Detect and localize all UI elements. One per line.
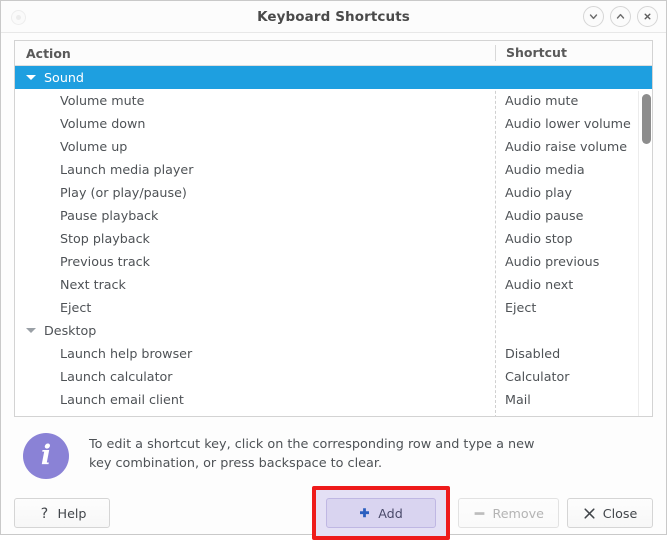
column-header-action[interactable]: Action [15,46,495,61]
plus-icon [358,507,371,520]
table-row[interactable]: Launch web browserWWW [15,411,652,416]
cell-action: Launch web browser [15,415,495,416]
chevron-up-icon [616,13,625,19]
shortcuts-list: Action Shortcut Sound Volume mute Audio mu… [14,40,653,417]
cell-action: Launch media player [60,162,194,177]
cell-action: Volume mute [60,93,145,108]
cell-shortcut: Audio lower volume [505,116,631,131]
table-row[interactable]: Launch help browser Disabled [15,342,652,365]
minus-icon [473,507,486,520]
cell-action-label: Desktop [44,323,97,338]
cell-shortcut: Audio stop [505,231,573,246]
cell-action: Volume down [60,116,146,131]
column-header-shortcut[interactable]: Shortcut [495,45,652,61]
close-dialog-button-label: Close [602,505,638,521]
cell-shortcut: Audio media [505,162,585,177]
info-bar: i To edit a shortcut key, click on the c… [1,417,666,479]
table-row[interactable]: Eject Eject [15,296,652,319]
maximize-button[interactable] [610,6,631,27]
cell-shortcut: Eject [505,300,537,315]
cell-action: Pause playback [60,208,159,223]
cell-action: Launch calculator [60,369,173,384]
table-row[interactable]: Launch media player Audio media [15,158,652,181]
info-text: To edit a shortcut key, click on the cor… [89,437,535,471]
scrollbar-thumb[interactable] [642,94,651,144]
add-button-highlight: Add [311,486,450,540]
remove-button-label: Remove [492,505,545,521]
x-icon [583,507,596,520]
add-button[interactable]: Add [325,498,436,528]
cell-action: Next track [60,277,126,292]
group-row[interactable]: Desktop [15,319,652,342]
page-title: Keyboard Shortcuts [257,8,410,25]
table-row[interactable]: Volume down Audio lower volume [15,112,652,135]
help-button-label: Help [57,505,87,521]
table-row[interactable]: Pause playback Audio pause [15,204,652,227]
table-row[interactable]: Volume up Audio raise volume [15,135,652,158]
chevron-down-icon [589,14,598,20]
cell-shortcut: Calculator [505,369,570,384]
title-bar: Keyboard Shortcuts [1,1,666,33]
cell-shortcut: Audio previous [505,254,600,269]
close-dialog-button[interactable]: Close [567,498,653,528]
cell-action: Volume up [60,139,128,154]
cell-shortcut: Audio mute [505,93,579,108]
add-button-label: Add [378,505,403,521]
cell-shortcut: Audio next [505,277,574,292]
table-row[interactable]: Volume mute Audio mute [15,89,652,112]
close-icon [644,13,651,20]
cell-action: Desktop [15,323,495,338]
info-icon: i [23,433,69,479]
cell-action: Eject [60,300,92,315]
cell-shortcut: Audio pause [505,208,584,223]
cell-shortcut: Audio raise volume [505,139,628,154]
chevron-down-icon[interactable] [26,328,36,333]
cell-shortcut: Mail [505,392,531,407]
cell-shortcut: Disabled [505,346,561,361]
question-mark-icon: ? [38,506,51,521]
svg-text:?: ? [40,506,47,521]
table-row[interactable]: Previous track Audio previous [15,250,652,273]
info-icon-glyph: i [40,439,52,471]
table-row[interactable]: Launch email client Mail [15,388,652,411]
cell-action: Play (or play/pause) [60,185,187,200]
remove-button: Remove [457,498,559,528]
list-body: Sound Volume mute Audio mute Volume down Aud… [15,66,652,416]
minimize-button[interactable] [583,6,604,27]
table-row[interactable]: Stop playback Audio stop [15,227,652,250]
app-icon [11,10,26,25]
list-column-headers: Action Shortcut [15,41,652,66]
close-button[interactable] [637,6,658,27]
cell-action: Sound [15,70,495,85]
window-controls [583,6,658,27]
table-row[interactable]: Play (or play/pause) Audio play [15,181,652,204]
table-row[interactable]: Next track Audio next [15,273,652,296]
table-row[interactable]: Launch calculator Calculator [15,365,652,388]
group-row[interactable]: Sound [15,66,652,89]
cell-action: Previous track [60,254,150,269]
list-rows: Sound Volume mute Audio mute Volume down Aud… [15,66,652,416]
cell-shortcut: Audio play [505,185,572,200]
cell-action: Stop playback [60,231,150,246]
list-scrollbar[interactable] [638,91,652,416]
cell-shortcut: WWW [495,415,652,416]
chevron-down-icon[interactable] [26,75,36,80]
cell-action-label: Sound [44,70,84,85]
dialog-button-bar: ? Help Add Remove Close [1,486,666,540]
help-button[interactable]: ? Help [14,498,110,528]
keyboard-shortcuts-window: Keyboard Shortcuts Action Shortcut Sound… [0,0,667,540]
cell-action: Launch help browser [60,346,193,361]
cell-action: Launch email client [60,392,184,407]
